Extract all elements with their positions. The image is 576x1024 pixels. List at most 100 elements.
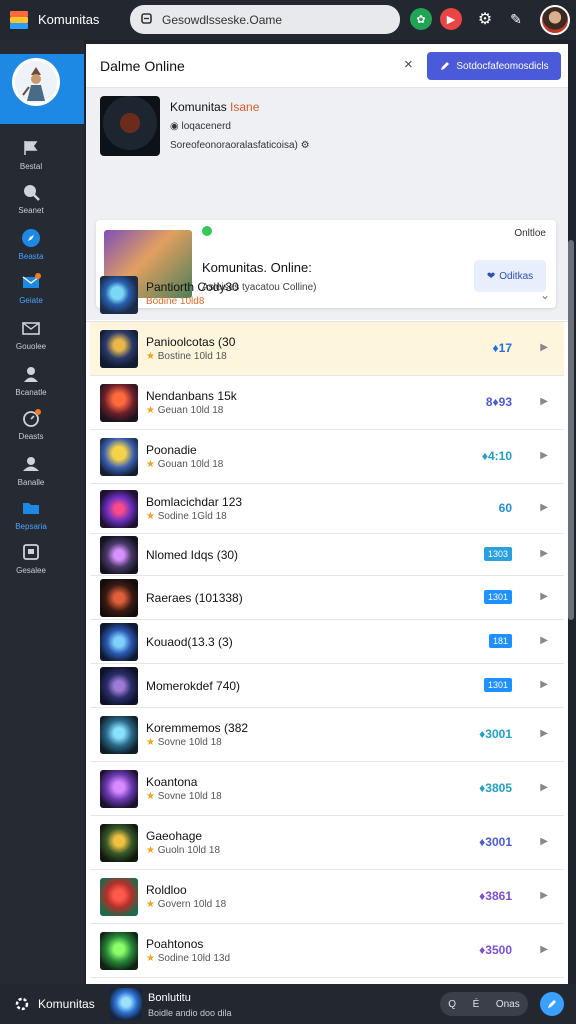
game-thumbnail[interactable]: [100, 490, 138, 528]
player-count: 1301: [483, 590, 512, 604]
play-arrow-icon[interactable]: ▶: [540, 591, 548, 602]
feature-game-thumbnail[interactable]: [100, 96, 160, 156]
sidebar-item-gouolee[interactable]: Gouolee: [0, 314, 62, 358]
game-name: Poahtonos: [146, 937, 204, 951]
feature-subtitle: Soreofeonoraoralasfaticoisa) ⚙: [170, 140, 310, 151]
search-bar[interactable]: [130, 5, 400, 34]
profile-avatar[interactable]: [12, 58, 60, 106]
play-arrow-icon[interactable]: ▶: [540, 944, 548, 955]
list-item[interactable]: Nlomed Idqs (30) 1303 ▶: [90, 534, 564, 576]
game-thumbnail[interactable]: [100, 716, 138, 754]
player-count: 8♦93: [485, 395, 512, 409]
options-button[interactable]: Onas: [496, 999, 520, 1010]
game-rating: ★ Sodine 10ld 13d: [146, 953, 231, 964]
player-count: ♦3001: [479, 835, 512, 849]
settings-icon[interactable]: ⚙: [301, 140, 310, 151]
game-thumbnail[interactable]: [100, 438, 138, 476]
game-list: Panioolcotas (30 ★ Bostine 10ld 18 ♦17 ▶ Nen…: [90, 322, 564, 978]
game-name: Koantona: [146, 775, 198, 789]
sidebar-item-gesalee[interactable]: Gesalee: [0, 538, 62, 582]
sidebar-item-bepsaria[interactable]: Bepsaria: [0, 494, 62, 538]
play-arrow-icon[interactable]: ▶: [540, 502, 548, 513]
list-item[interactable]: Raeraes (101338) 1301 ▶: [90, 576, 564, 620]
group-subtitle: Bodine 10ld8: [146, 296, 205, 307]
search-icon[interactable]: Q: [448, 999, 456, 1010]
game-name: Panioolcotas (30: [146, 335, 236, 349]
game-thumbnail[interactable]: [100, 878, 138, 916]
now-playing-thumbnail[interactable]: [110, 988, 142, 1020]
comment-icon[interactable]: É: [473, 999, 480, 1010]
edit-icon: [441, 62, 450, 70]
sidebar-item-beasta[interactable]: Beasta: [0, 224, 62, 268]
sidebar-item-bcanatle[interactable]: Bcanatle: [0, 360, 62, 404]
play-arrow-icon[interactable]: ▶: [540, 450, 548, 461]
sidebar-item-banalle[interactable]: Banalle: [0, 450, 62, 494]
search-icon: [24, 185, 40, 201]
game-thumbnail[interactable]: [100, 330, 138, 368]
sidebar-item-bestal[interactable]: Bestal: [0, 134, 62, 178]
gear-icon[interactable]: ⚙: [474, 8, 496, 30]
list-item[interactable]: Kouaod(13.3 (3) 181 ▶: [90, 620, 564, 664]
game-thumbnail[interactable]: [100, 384, 138, 422]
sidebar: Bestal Seanet Beasta Geiate Gouolee Bcan…: [0, 40, 84, 984]
primary-action-button[interactable]: Sotdocfafeomosdicls: [427, 52, 561, 80]
game-name: Momerokdef 740): [146, 679, 241, 693]
list-item[interactable]: Panioolcotas (30 ★ Bostine 10ld 18 ♦17 ▶: [90, 322, 564, 376]
play-icon[interactable]: ▶: [440, 8, 462, 30]
panel-title: Dalme Online: [100, 58, 185, 74]
feature-meta: ◉ loqacenerd: [170, 121, 231, 132]
play-arrow-icon[interactable]: ▶: [540, 342, 548, 353]
game-thumbnail[interactable]: [100, 824, 138, 862]
group-header[interactable]: Pantiorth Cody30 Bodine 10ld8 ⌄: [86, 272, 568, 322]
play-arrow-icon[interactable]: ▶: [540, 396, 548, 407]
app-logo-icon[interactable]: [8, 9, 30, 31]
game-thumbnail[interactable]: [100, 623, 138, 661]
game-thumbnail[interactable]: [100, 579, 138, 617]
playback-controls[interactable]: Q É Onas: [440, 992, 528, 1016]
user-avatar[interactable]: [540, 5, 570, 35]
list-item[interactable]: Poonadie ★ Gouan 10ld 18 ♦4:10 ▶: [90, 430, 564, 484]
close-icon[interactable]: ×: [404, 56, 413, 73]
top-bar: Komunitas ✿ ▶ ⚙ ✎: [0, 0, 576, 40]
sidebar-item-seanet[interactable]: Seanet: [0, 178, 62, 222]
play-arrow-icon[interactable]: ▶: [540, 679, 548, 690]
play-arrow-icon[interactable]: ▶: [540, 782, 548, 793]
search-input[interactable]: [162, 9, 387, 30]
leaf-icon[interactable]: ✿: [410, 8, 432, 30]
play-arrow-icon[interactable]: ▶: [540, 890, 548, 901]
settings-icon[interactable]: [14, 996, 30, 1012]
play-arrow-icon[interactable]: ▶: [540, 836, 548, 847]
play-arrow-icon[interactable]: ▶: [540, 635, 548, 646]
list-item[interactable]: Poahtonos ★ Sodine 10ld 13d ♦3500 ▶: [90, 924, 564, 978]
sidebar-profile[interactable]: [0, 54, 84, 124]
play-arrow-icon[interactable]: ▶: [540, 548, 548, 559]
list-item[interactable]: Gaeohage ★ Guoln 10ld 18 ♦3001 ▶: [90, 816, 564, 870]
list-item[interactable]: Roldloo ★ Govern 10ld 18 ♦3861 ▶: [90, 870, 564, 924]
star-icon: ★: [146, 459, 158, 470]
game-rating: ★ Guoln 10ld 18: [146, 845, 221, 856]
main-panel: Dalme Online × Sotdocfafeomosdicls Komun…: [86, 44, 568, 984]
sidebar-item-deasts[interactable]: Deasts: [0, 404, 62, 448]
list-item[interactable]: Momerokdef 740) 1301 ▶: [90, 664, 564, 708]
game-name: Nlomed Idqs (30): [146, 548, 239, 562]
app-title: Komunitas: [38, 12, 100, 27]
list-item[interactable]: Koremmemos (382 ★ Sovne 10ld 18 ♦3001 ▶: [90, 708, 564, 762]
scrollbar[interactable]: [568, 240, 574, 620]
game-thumbnail[interactable]: [100, 667, 138, 705]
list-item[interactable]: Koantona ★ Sovne 10ld 18 ♦3805 ▶: [90, 762, 564, 816]
game-name: Poonadie: [146, 443, 197, 457]
sidebar-item-geiate[interactable]: Geiate: [0, 268, 62, 312]
player-count: ♦3861: [479, 889, 512, 903]
list-item[interactable]: Nendanbans 15k ★ Geuan 10ld 18 8♦93 ▶: [90, 376, 564, 430]
player-count: ♦3500: [479, 943, 512, 957]
chevron-down-icon[interactable]: ⌄: [540, 288, 550, 302]
group-icon: [23, 457, 39, 471]
share-icon[interactable]: ✎: [505, 8, 527, 30]
game-thumbnail[interactable]: [100, 932, 138, 970]
list-item[interactable]: Bomlacichdar 123 ★ Sodine 1Gld 18 60 ▶: [90, 484, 564, 534]
game-thumbnail[interactable]: [100, 536, 138, 574]
compose-button[interactable]: [540, 992, 564, 1016]
play-arrow-icon[interactable]: ▶: [540, 728, 548, 739]
game-thumbnail[interactable]: [100, 770, 138, 808]
group-name: Pantiorth Cody30: [146, 280, 239, 294]
